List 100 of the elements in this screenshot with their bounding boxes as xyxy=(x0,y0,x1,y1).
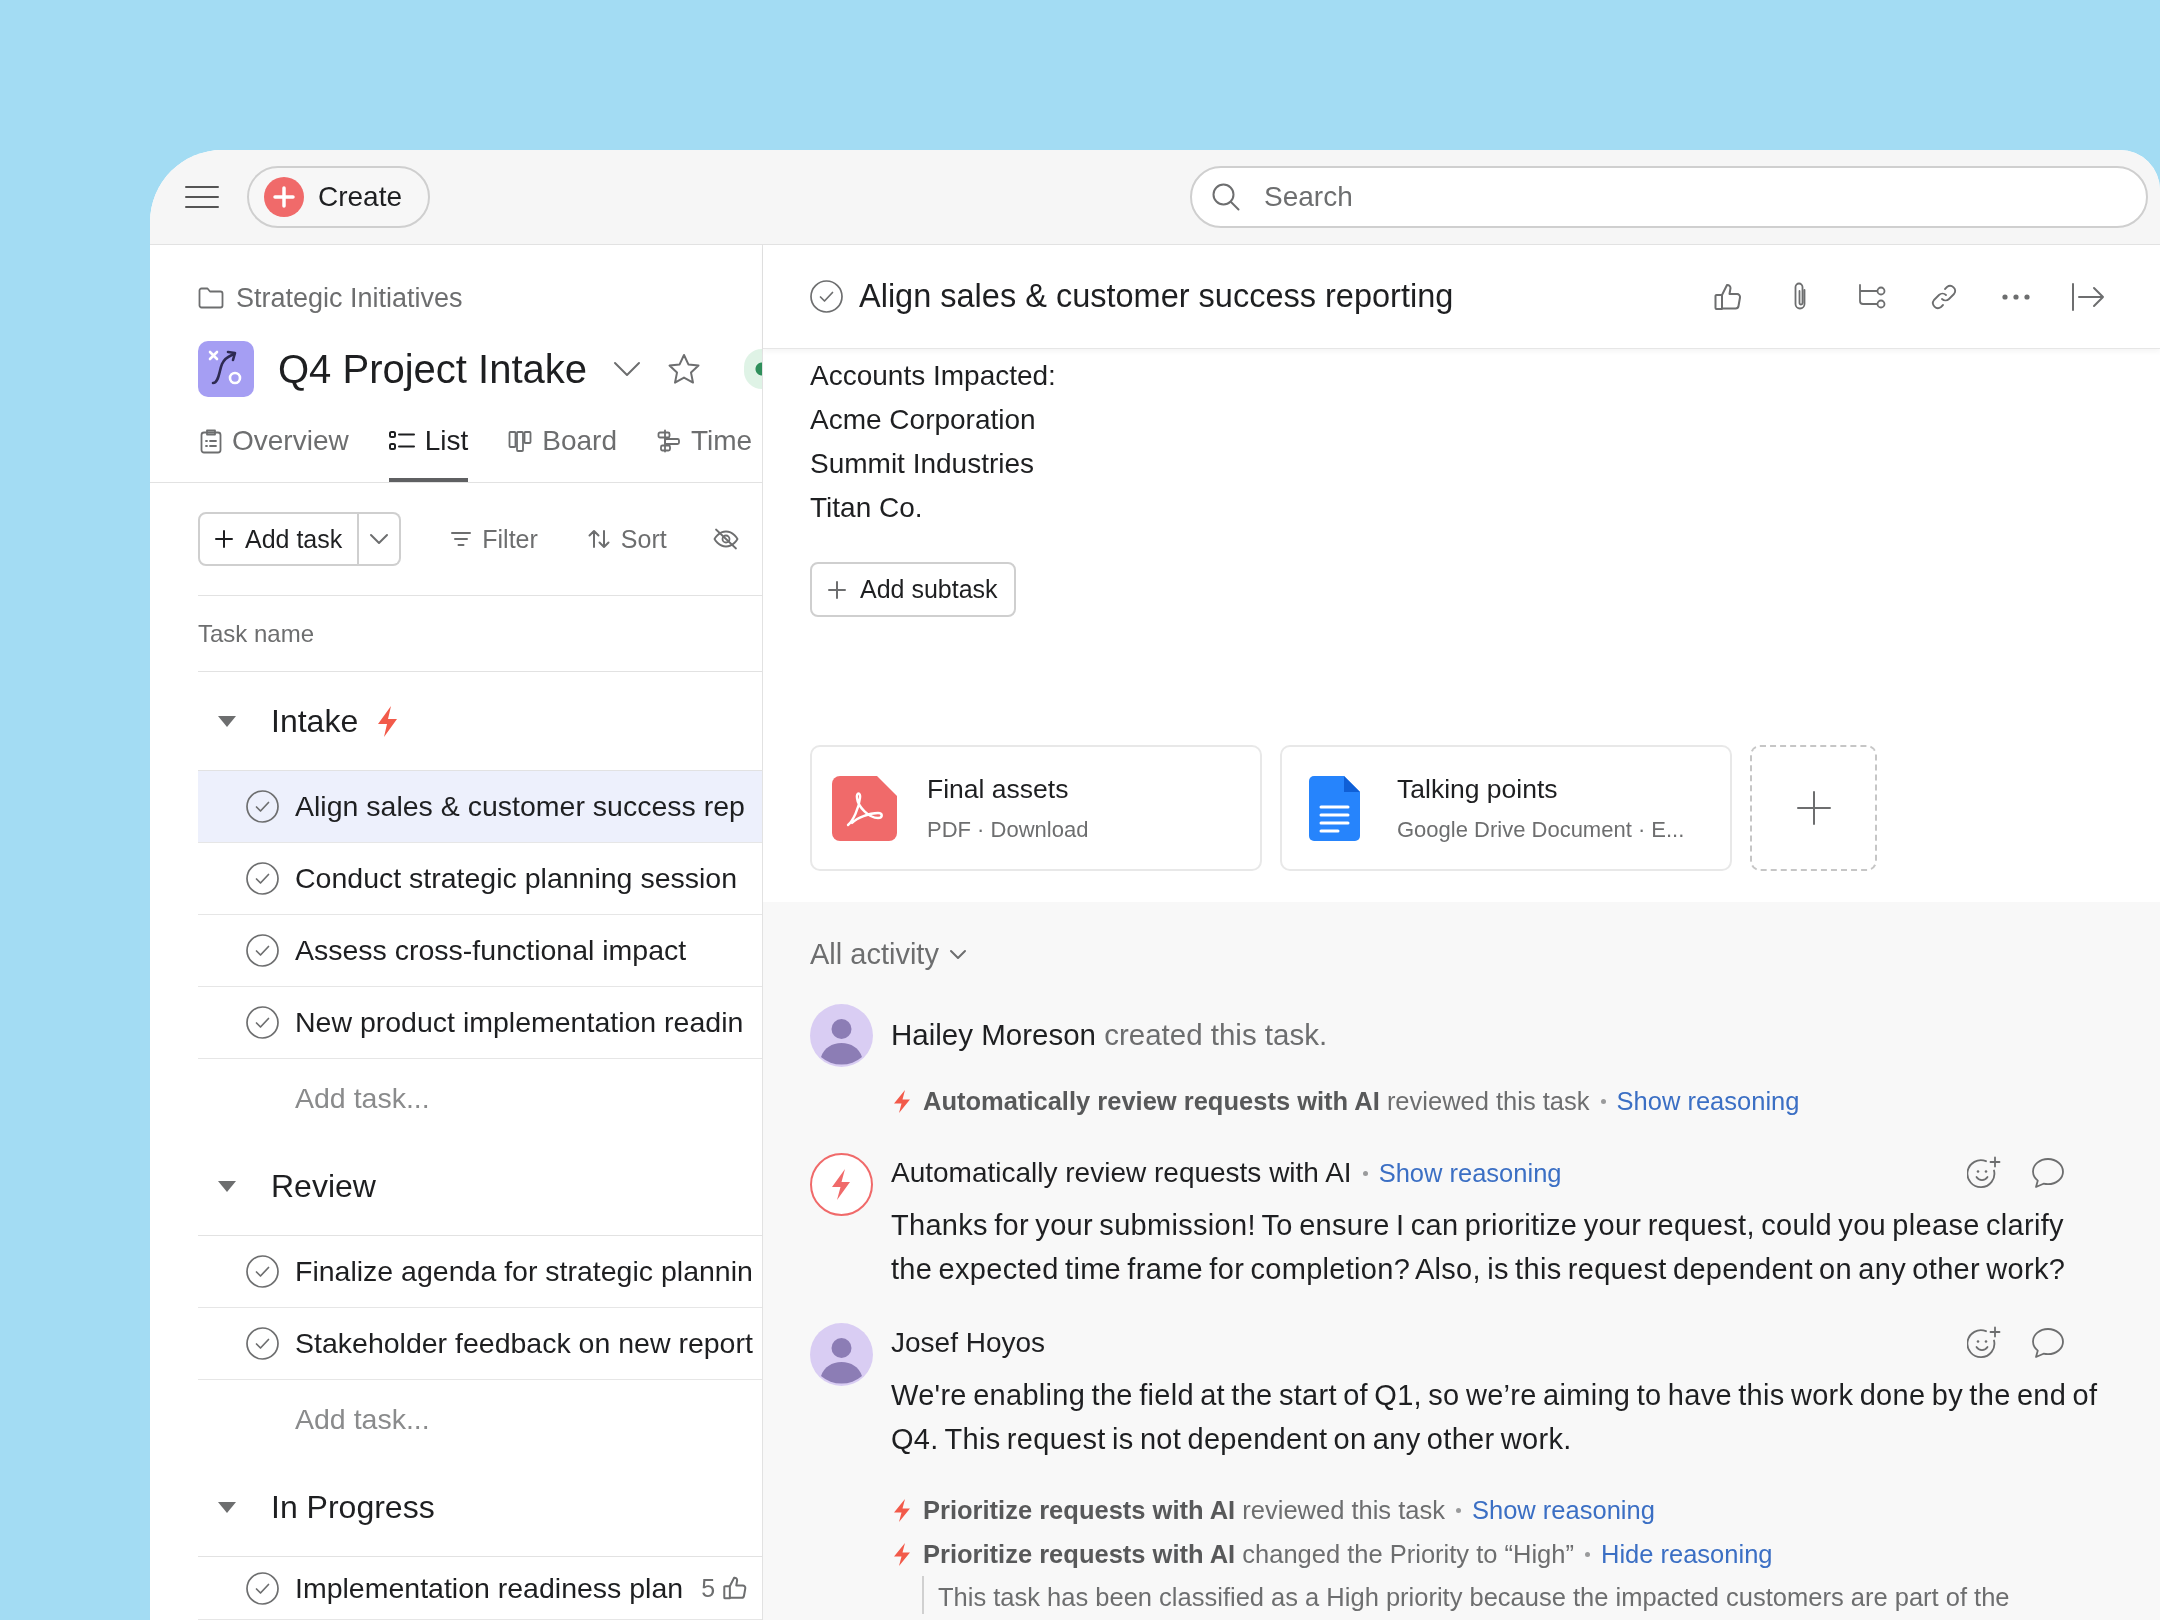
task-row[interactable]: New product implementation readin xyxy=(198,987,762,1059)
filter-icon xyxy=(451,531,472,547)
activity-text: Automatically review requests with AI reviewed this task xyxy=(923,1086,1590,1116)
like-count: 5 xyxy=(701,1573,716,1603)
timeline-icon xyxy=(657,429,681,453)
search-icon xyxy=(1212,183,1240,211)
thumbs-up-icon[interactable] xyxy=(1714,282,1742,311)
task-row[interactable]: Conduct strategic planning session xyxy=(198,843,762,915)
plus-icon xyxy=(828,580,846,599)
add-subtask-button[interactable]: Add subtask xyxy=(810,562,1016,617)
add-reaction-icon[interactable] xyxy=(1967,1326,2001,1360)
attachment-name: Final assets xyxy=(927,773,1069,806)
document-file-icon xyxy=(1309,775,1360,841)
bar-arrow-right-icon[interactable] xyxy=(2071,281,2105,312)
check-circle-icon[interactable] xyxy=(246,1255,279,1288)
task-row[interactable]: Assess cross-functional impact xyxy=(198,915,762,987)
reasoning-link[interactable]: Hide reasoning xyxy=(1600,1539,1773,1569)
activity-filter-button[interactable]: All activity xyxy=(810,936,967,972)
chevron-down-icon[interactable] xyxy=(613,361,642,377)
activity-text: Hailey Moreson created this task. xyxy=(891,1017,1328,1052)
task-name: Align sales & customer success rep xyxy=(295,790,745,823)
search-field[interactable]: Search xyxy=(1190,166,2148,228)
separator-dot-icon xyxy=(1362,1170,1368,1176)
task-title[interactable]: Align sales & customer success reporting xyxy=(859,278,1454,315)
attachment-meta: Google Drive Document · E... xyxy=(1397,816,1685,844)
activity-text: Prioritize requests with AI changed the Priority to “High” xyxy=(923,1539,1574,1569)
reasoning-text: This task has been classified as a High priority because the impacted customers are part of the xyxy=(922,1576,2010,1614)
check-circle-icon[interactable] xyxy=(810,280,843,313)
board-icon xyxy=(508,430,533,452)
add-reaction-icon[interactable] xyxy=(1967,1156,2001,1190)
check-circle-icon[interactable] xyxy=(246,862,279,895)
attachment-name: Talking points xyxy=(1397,773,1558,806)
task-name: Assess cross-functional impact xyxy=(295,934,687,967)
check-circle-icon[interactable] xyxy=(246,1006,279,1039)
separator-dot-icon xyxy=(1584,1551,1590,1557)
add-task-button[interactable]: Add task xyxy=(198,512,360,566)
activity-text: Prioritize requests with AI reviewed this task xyxy=(923,1495,1445,1525)
sort-icon xyxy=(587,529,610,549)
comment-icon[interactable] xyxy=(2031,1157,2065,1189)
view-tab[interactable]: Time xyxy=(657,417,753,482)
task-name: Finalize agenda for strategic plannin xyxy=(295,1255,753,1288)
more-icon[interactable] xyxy=(2001,292,2031,301)
breadcrumb-link[interactable]: Strategic Initiatives xyxy=(236,282,463,314)
section-header[interactable]: In Progress xyxy=(198,1458,762,1557)
view-tab[interactable]: List xyxy=(388,417,469,482)
check-circle-icon[interactable] xyxy=(246,1571,279,1605)
comment-text: Thanks for your submission! To ensure I can prioritize your request, could you please clarify the expected time frame for completion? Also, is this request dependent on any other work? xyxy=(891,1208,2067,1287)
task-row[interactable]: Implementation readiness plan 5 xyxy=(198,1557,762,1620)
create-button[interactable]: Create xyxy=(247,166,431,228)
pdf-file-icon xyxy=(832,775,897,841)
subtask-icon[interactable] xyxy=(1857,282,1887,311)
lightning-avatar-icon xyxy=(810,1153,873,1216)
sort-button[interactable]: Sort xyxy=(587,524,667,554)
description-line: Accounts Impacted: xyxy=(810,359,1056,393)
caret-icon[interactable] xyxy=(218,1180,236,1192)
project-icon[interactable] xyxy=(198,341,254,397)
task-name: New product implementation readin xyxy=(295,1006,744,1039)
comment-author[interactable]: Josef Hoyos xyxy=(891,1327,1046,1359)
chevron-down-icon xyxy=(948,948,967,960)
check-circle-icon[interactable] xyxy=(246,790,279,823)
reasoning-link[interactable]: Show reasoning xyxy=(1616,1086,1800,1116)
comment-author[interactable]: Automatically review requests with AI xyxy=(891,1157,1352,1189)
menu-icon[interactable] xyxy=(185,185,219,209)
clipboard-icon xyxy=(200,428,222,454)
star-icon[interactable] xyxy=(667,353,702,385)
description-line: Summit Industries xyxy=(810,447,1035,481)
attachment-card[interactable]: Talking points Google Drive Document · E... xyxy=(1280,745,1732,871)
separator-dot-icon xyxy=(1600,1098,1606,1104)
task-row[interactable]: Finalize agenda for strategic plannin xyxy=(198,1236,762,1308)
check-circle-icon[interactable] xyxy=(246,1327,279,1360)
filter-button[interactable]: Filter xyxy=(451,524,538,554)
eye-slash-icon[interactable] xyxy=(712,528,739,550)
caret-icon[interactable] xyxy=(218,1501,236,1513)
task-name: Stakeholder feedback on new report xyxy=(295,1327,753,1360)
view-tab[interactable]: Overview xyxy=(200,417,349,482)
task-row[interactable]: Stakeholder feedback on new report xyxy=(198,1308,762,1380)
column-header: Task name xyxy=(198,596,762,672)
lightning-icon xyxy=(893,1088,911,1114)
reasoning-link[interactable]: Show reasoning xyxy=(1471,1495,1655,1525)
lightning-icon xyxy=(893,1497,911,1523)
task-row[interactable]: Align sales & customer success rep xyxy=(198,771,762,843)
thumbs-up-icon[interactable] xyxy=(723,1576,748,1600)
reasoning-link[interactable]: Show reasoning xyxy=(1378,1158,1562,1188)
project-title: Q4 Project Intake xyxy=(278,346,588,392)
check-circle-icon[interactable] xyxy=(246,934,279,967)
description-line: Titan Co. xyxy=(810,491,923,525)
section-title: Intake xyxy=(271,702,359,740)
view-tab[interactable]: Board xyxy=(508,417,617,482)
comment-icon[interactable] xyxy=(2031,1327,2065,1359)
plus-icon xyxy=(215,530,233,548)
dropdown-button[interactable] xyxy=(359,512,402,566)
caret-icon[interactable] xyxy=(218,715,236,727)
lightning-icon xyxy=(893,1541,911,1567)
status-badge[interactable] xyxy=(744,349,762,389)
section-title: In Progress xyxy=(271,1488,435,1526)
section-header[interactable]: Review xyxy=(198,1137,762,1236)
section-title: Review xyxy=(271,1167,376,1205)
attachment-card[interactable]: Final assets PDF · Download xyxy=(810,745,1262,871)
comment-text: We're enabling the field at the start of Q1, so we’re aiming to have this work done by the end of Q4. This request is not dependent on any other work. xyxy=(891,1378,2099,1457)
attachment-meta: PDF · Download xyxy=(927,816,1089,844)
